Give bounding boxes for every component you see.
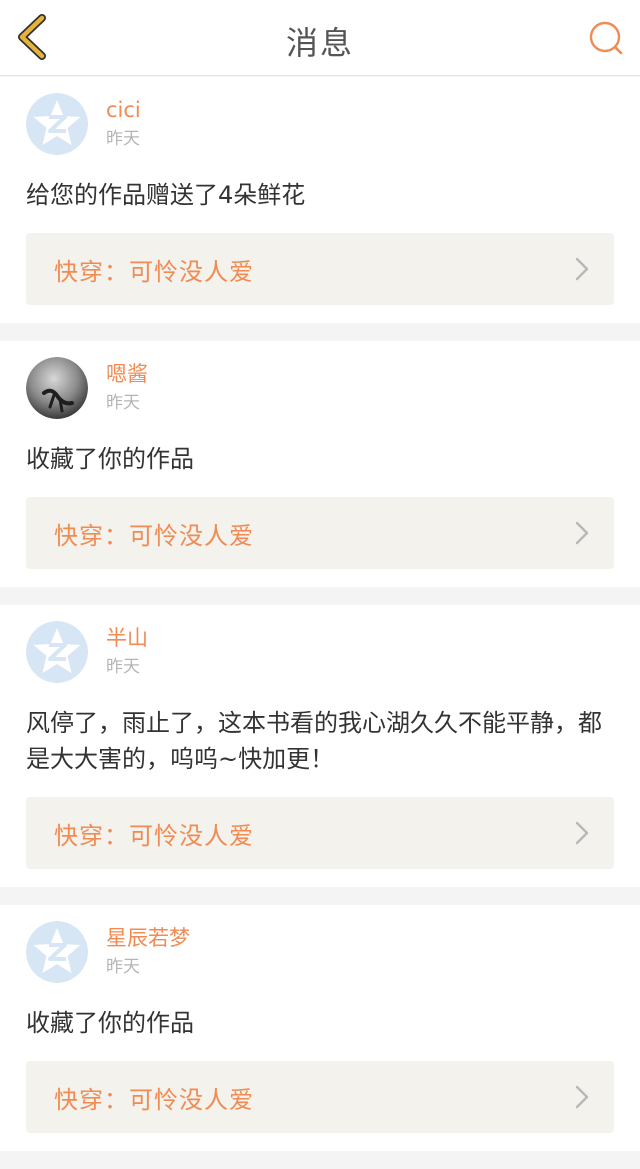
book-title: 快穿：可怜没人爱 <box>54 821 254 850</box>
message-text: 收藏了你的作品 <box>26 1009 194 1037</box>
message-text: 给您的作品赠送了4朵鲜花 <box>26 181 306 209</box>
book-link[interactable]: 快穿：可怜没人爱 <box>26 1061 614 1133</box>
message-text: 风停了，雨止了，这本书看的我心湖久久不能平静，都是大大害的，呜呜~快加更！ <box>26 709 602 773</box>
avatar[interactable] <box>26 93 88 155</box>
timestamp: 昨天 <box>106 129 140 149</box>
book-link[interactable]: 快穿：可怜没人爱 <box>26 233 614 305</box>
book-link[interactable]: 快穿：可怜没人爱 <box>26 497 614 569</box>
username[interactable]: cici <box>106 97 141 123</box>
book-title: 快穿：可怜没人爱 <box>54 521 254 550</box>
timestamp: 昨天 <box>106 957 140 977</box>
username[interactable]: 半山 <box>106 625 148 651</box>
message-card: cici 昨天 给您的作品赠送了4朵鲜花 快穿：可怜没人爱 <box>0 77 640 323</box>
message-text: 收藏了你的作品 <box>26 445 194 473</box>
message-header: 半山 昨天 <box>26 621 614 687</box>
message-header: 嗯酱 昨天 <box>26 357 614 423</box>
message-card: 半山 昨天 风停了，雨止了，这本书看的我心湖久久不能平静，都是大大害的，呜呜~快… <box>0 605 640 887</box>
message-card: 星辰若梦 昨天 收藏了你的作品 快穿：可怜没人爱 <box>0 905 640 1151</box>
avatar[interactable] <box>26 621 88 683</box>
username[interactable]: 星辰若梦 <box>106 925 190 951</box>
book-title: 快穿：可怜没人爱 <box>54 257 254 286</box>
timestamp: 昨天 <box>106 393 140 413</box>
avatar[interactable] <box>26 921 88 983</box>
default-avatar-icon <box>26 621 88 683</box>
search-button[interactable] <box>588 20 624 56</box>
book-title: 快穿：可怜没人爱 <box>54 1085 254 1114</box>
avatar[interactable] <box>26 357 88 419</box>
chevron-right-icon <box>575 257 589 281</box>
default-avatar-icon <box>26 921 88 983</box>
message-header: 星辰若梦 昨天 <box>26 921 614 987</box>
message-header: cici 昨天 <box>26 93 614 159</box>
page-title: 消息 <box>285 24 354 62</box>
book-link[interactable]: 快穿：可怜没人爱 <box>26 797 614 869</box>
username[interactable]: 嗯酱 <box>106 361 148 387</box>
default-avatar-icon <box>26 93 88 155</box>
chevron-right-icon <box>575 1085 589 1109</box>
top-nav-bar: 消息 <box>0 0 640 76</box>
chevron-right-icon <box>575 521 589 545</box>
message-card: 嗯酱 昨天 收藏了你的作品 快穿：可怜没人爱 <box>0 341 640 587</box>
chevron-right-icon <box>575 821 589 845</box>
photo-avatar-icon <box>26 357 88 419</box>
search-icon <box>589 21 623 55</box>
message-list: cici 昨天 给您的作品赠送了4朵鲜花 快穿：可怜没人爱 嗯酱 昨天 收藏了你… <box>0 77 640 1169</box>
timestamp: 昨天 <box>106 657 140 677</box>
